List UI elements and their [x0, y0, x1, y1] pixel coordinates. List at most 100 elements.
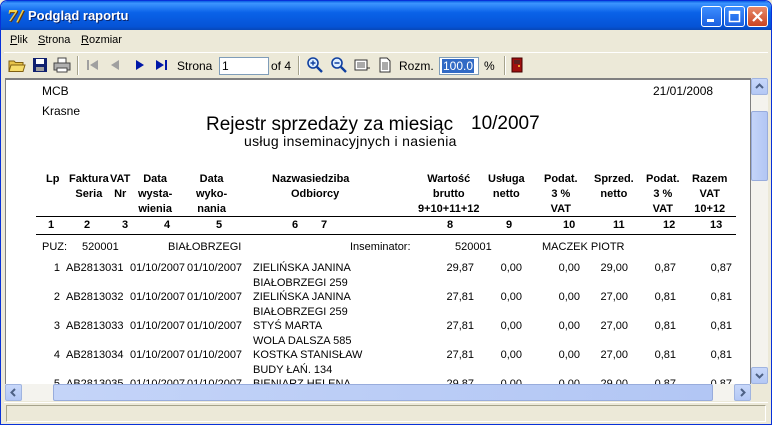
close-button[interactable]: [747, 6, 768, 27]
column-number: 8: [447, 219, 454, 231]
row-name: STYŚ MARTA: [253, 320, 323, 332]
chevron-up-icon: [755, 83, 764, 89]
chevron-right-icon: [740, 388, 746, 397]
company-name: MCB: [42, 84, 69, 98]
scroll-up-button[interactable]: [751, 78, 768, 95]
row-invoice: AB2813031: [66, 262, 124, 274]
row-invoice: AB2813032: [66, 291, 124, 303]
row-gross: 29,87: [446, 262, 474, 274]
row-sale: 27,00: [600, 349, 628, 361]
row-invoice: AB2813034: [66, 349, 124, 361]
app-icon[interactable]: 7/: [7, 7, 25, 25]
row-name: ZIELIŃSKA JANINA: [253, 291, 351, 303]
exit-door-icon[interactable]: [508, 56, 526, 74]
report-page: MCB Krasne 21/01/2008 Rejestr sprzedaży …: [6, 80, 750, 384]
report-viewport[interactable]: MCB Krasne 21/01/2008 Rejestr sprzedaży …: [5, 78, 751, 384]
column-number: 13: [710, 219, 723, 231]
column-number: 12: [663, 219, 676, 231]
column-number: 1: [48, 219, 55, 231]
row-lp: 3: [53, 320, 60, 332]
row-date-exec: 01/10/2007: [187, 291, 243, 303]
col-header-issue-date: Data wysta- wienia: [138, 173, 173, 215]
chevron-down-icon: [755, 373, 764, 379]
whole-page-icon[interactable]: [376, 56, 394, 74]
row-address: BUDY ŁAŃ. 134: [253, 364, 333, 376]
menu-size[interactable]: Rozmiar: [81, 34, 122, 46]
vertical-scroll-thumb[interactable]: [751, 111, 768, 181]
report-date: 21/01/2008: [653, 84, 714, 98]
maximize-icon: [728, 10, 741, 23]
row-lp: 4: [53, 349, 60, 361]
row-address: BIAŁOBRZEGI 259: [253, 306, 348, 318]
row-vat1: 0,00: [558, 291, 580, 303]
scroll-left-button[interactable]: [5, 384, 22, 401]
title-bar[interactable]: 7/ Podgląd raportu: [1, 1, 771, 30]
row-date-exec: 01/10/2007: [187, 262, 243, 274]
printer-icon[interactable]: [53, 56, 71, 74]
row-vat1: 0,00: [558, 349, 580, 361]
header-rule: [36, 216, 736, 217]
window-title: Podgląd raportu: [28, 8, 129, 23]
report-period: 10/2007: [471, 113, 540, 134]
row-vat1: 0,00: [558, 320, 580, 332]
horizontal-scroll-thumb[interactable]: [53, 384, 713, 401]
first-page-icon[interactable]: [84, 56, 102, 74]
row-date-exec: 01/10/2007: [187, 320, 243, 332]
toolbar-separator: [298, 56, 300, 75]
row-gross: 27,81: [446, 320, 474, 332]
maximize-button[interactable]: [724, 6, 745, 27]
zoom-in-icon[interactable]: [306, 56, 324, 74]
row-date-issue: 01/10/2007: [130, 349, 186, 361]
menu-page[interactable]: Strona: [38, 34, 70, 46]
report-preview-window: 7/ Podgląd raportu Plik Strona Rozmiar S…: [0, 0, 772, 425]
row-sale: 29,00: [600, 262, 628, 274]
toolbar-separator: [504, 56, 506, 75]
last-page-icon[interactable]: [152, 56, 170, 74]
minimize-button[interactable]: [701, 6, 722, 27]
column-number: 5: [216, 219, 223, 231]
puz-label: PUZ:: [42, 241, 68, 253]
scroll-down-button[interactable]: [751, 367, 768, 384]
col-header-total-vat: Razem VAT 10+12: [692, 173, 728, 215]
floppy-disk-icon[interactable]: [31, 56, 49, 74]
row-total-vat: 0,81: [710, 349, 732, 361]
header-rule: [36, 234, 736, 235]
column-number: 6: [292, 219, 299, 231]
row-date-issue: 01/10/2007: [130, 291, 186, 303]
zoom-input[interactable]: 100.0: [439, 57, 479, 75]
scroll-right-button[interactable]: [734, 384, 751, 401]
page-width-icon[interactable]: [353, 56, 371, 74]
zoom-value: 100.0: [442, 59, 475, 73]
col-header-lp: Lp: [46, 173, 60, 185]
next-page-icon[interactable]: [131, 56, 149, 74]
row-service: 0,00: [500, 291, 522, 303]
row-lp: 2: [53, 291, 60, 303]
col-header-vat1: Podat. 3 % VAT: [544, 173, 578, 215]
row-service: 0,00: [500, 349, 522, 361]
row-address: BIAŁOBRZEGI 259: [253, 277, 348, 289]
row-sale: 27,00: [600, 320, 628, 332]
column-number: 9: [506, 219, 513, 231]
horizontal-scrollbar[interactable]: [5, 384, 751, 401]
row-vat2: 0,81: [654, 349, 676, 361]
status-panel: [6, 405, 766, 422]
folder-open-icon[interactable]: [8, 56, 26, 74]
row-vat2: 0,81: [654, 291, 676, 303]
vertical-scrollbar[interactable]: [751, 78, 768, 384]
page-number-input[interactable]: [219, 57, 269, 75]
row-gross: 27,81: [446, 291, 474, 303]
zoom-out-icon[interactable]: [330, 56, 348, 74]
zoom-unit: %: [484, 59, 495, 73]
row-address: WOLA DALSZA 585: [253, 335, 352, 347]
col-header-gross: Wartość brutto 9+10+11+12: [418, 173, 480, 215]
column-number: 7: [321, 219, 328, 231]
column-number: 3: [122, 219, 129, 231]
row-gross: 27,81: [446, 349, 474, 361]
col-header-invoice: Faktura Seria: [69, 173, 109, 200]
previous-page-icon[interactable]: [106, 56, 124, 74]
toolbar: Strona of 4 Rozm. 100.0 %: [4, 52, 768, 77]
chevron-left-icon: [10, 388, 16, 397]
row-total-vat: 0,81: [710, 320, 732, 332]
zoom-label: Rozm.: [399, 59, 434, 73]
menu-file[interactable]: Plik: [10, 34, 28, 46]
